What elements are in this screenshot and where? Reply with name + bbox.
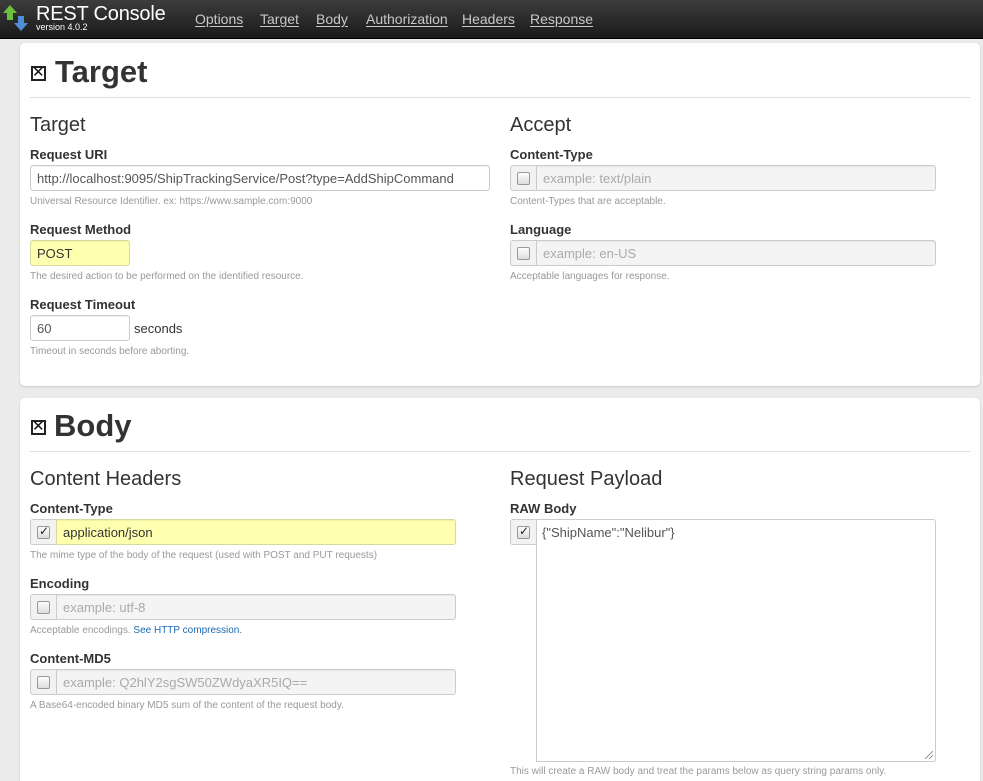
- accept-language-help: Acceptable languages for response.: [510, 271, 670, 282]
- checked-x-icon: ✕: [32, 64, 45, 81]
- body-content-type-help: The mime type of the body of the request…: [30, 550, 378, 561]
- body-section-toggle[interactable]: ✕: [31, 418, 46, 435]
- accept-language-input[interactable]: example: en-US: [536, 240, 936, 266]
- encoding-input[interactable]: example: utf-8: [56, 594, 456, 620]
- request-method-help: The desired action to be performed on th…: [30, 271, 304, 282]
- nav-target[interactable]: Target: [260, 11, 299, 27]
- content-headers-subheading: Content Headers: [30, 468, 182, 490]
- accept-language-checkbox[interactable]: [517, 247, 530, 260]
- nav-response[interactable]: Response: [530, 11, 593, 27]
- request-uri-input[interactable]: http://localhost:9095/ShipTrackingServic…: [30, 165, 490, 191]
- raw-body-help: This will create a RAW body and treat th…: [510, 766, 887, 777]
- content-md5-checkbox[interactable]: [37, 676, 50, 689]
- nav-headers[interactable]: Headers: [462, 11, 515, 27]
- body-panel: ✕ Body Content Headers Content-Type ✓ ap…: [20, 398, 980, 781]
- accept-content-type-addon: [510, 165, 536, 191]
- request-uri-label: Request URI: [30, 147, 108, 162]
- rest-console-logo-icon: [3, 5, 28, 31]
- target-panel: ✕ Target Target Request URI http://local…: [20, 43, 980, 386]
- accept-content-type-checkbox[interactable]: [517, 172, 530, 185]
- request-timeout-input[interactable]: 60: [30, 315, 130, 341]
- divider: [30, 97, 970, 98]
- raw-body-addon: ✓: [510, 519, 536, 545]
- accept-language-addon: [510, 240, 536, 266]
- http-compression-link[interactable]: See HTTP compression.: [133, 625, 242, 636]
- top-navbar: REST Console version 4.0.2 Options Targe…: [0, 0, 983, 39]
- checkmark-icon: ✓: [519, 524, 530, 538]
- content-md5-input[interactable]: example: Q2hlY2sgSW50ZWdyaXR5IQ==: [56, 669, 456, 695]
- accept-language-label: Language: [510, 222, 572, 237]
- accept-subheading: Accept: [510, 114, 572, 136]
- request-method-input[interactable]: POST: [30, 240, 130, 266]
- divider: [30, 451, 970, 452]
- encoding-label: Encoding: [30, 576, 90, 591]
- target-subheading: Target: [30, 114, 86, 136]
- request-uri-help: Universal Resource Identifier. ex: https…: [30, 196, 313, 207]
- body-content-type-input[interactable]: application/json: [56, 519, 456, 545]
- raw-body-label: RAW Body: [510, 501, 577, 516]
- target-section-title: Target: [55, 54, 148, 89]
- request-method-label: Request Method: [30, 222, 132, 237]
- checked-x-icon: ✕: [32, 418, 45, 435]
- raw-body-textarea[interactable]: {"ShipName":"Nelibur"}: [536, 519, 936, 762]
- content-md5-label: Content-MD5: [30, 651, 111, 666]
- raw-body-value: {"ShipName":"Nelibur"}: [542, 525, 675, 540]
- body-content-type-checkbox[interactable]: ✓: [37, 524, 50, 539]
- body-content-type-addon: ✓: [30, 519, 56, 545]
- nav-options[interactable]: Options: [195, 11, 243, 27]
- body-section-title: Body: [54, 408, 132, 443]
- encoding-checkbox[interactable]: [37, 601, 50, 614]
- request-timeout-label: Request Timeout: [30, 297, 136, 312]
- accept-content-type-input[interactable]: example: text/plain: [536, 165, 936, 191]
- request-timeout-help: Timeout in seconds before aborting.: [30, 346, 190, 357]
- request-payload-subheading: Request Payload: [510, 468, 663, 490]
- timeout-unit-label: seconds: [134, 321, 183, 336]
- content-md5-addon: [30, 669, 56, 695]
- nav-body[interactable]: Body: [316, 11, 348, 27]
- resize-grip-icon[interactable]: [925, 751, 933, 759]
- body-content-type-label: Content-Type: [30, 501, 113, 516]
- encoding-help: Acceptable encodings. See HTTP compressi…: [30, 625, 242, 636]
- accept-content-type-label: Content-Type: [510, 147, 593, 162]
- content-md5-help: A Base64-encoded binary MD5 sum of the c…: [30, 700, 344, 711]
- checkmark-icon: ✓: [39, 524, 50, 538]
- raw-body-checkbox[interactable]: ✓: [517, 524, 530, 539]
- app-version: version 4.0.2: [36, 22, 88, 32]
- accept-content-type-help: Content-Types that are acceptable.: [510, 196, 666, 207]
- nav-authorization[interactable]: Authorization: [366, 11, 448, 27]
- encoding-addon: [30, 594, 56, 620]
- encoding-help-text: Acceptable encodings.: [30, 625, 131, 636]
- target-section-toggle[interactable]: ✕: [31, 64, 46, 81]
